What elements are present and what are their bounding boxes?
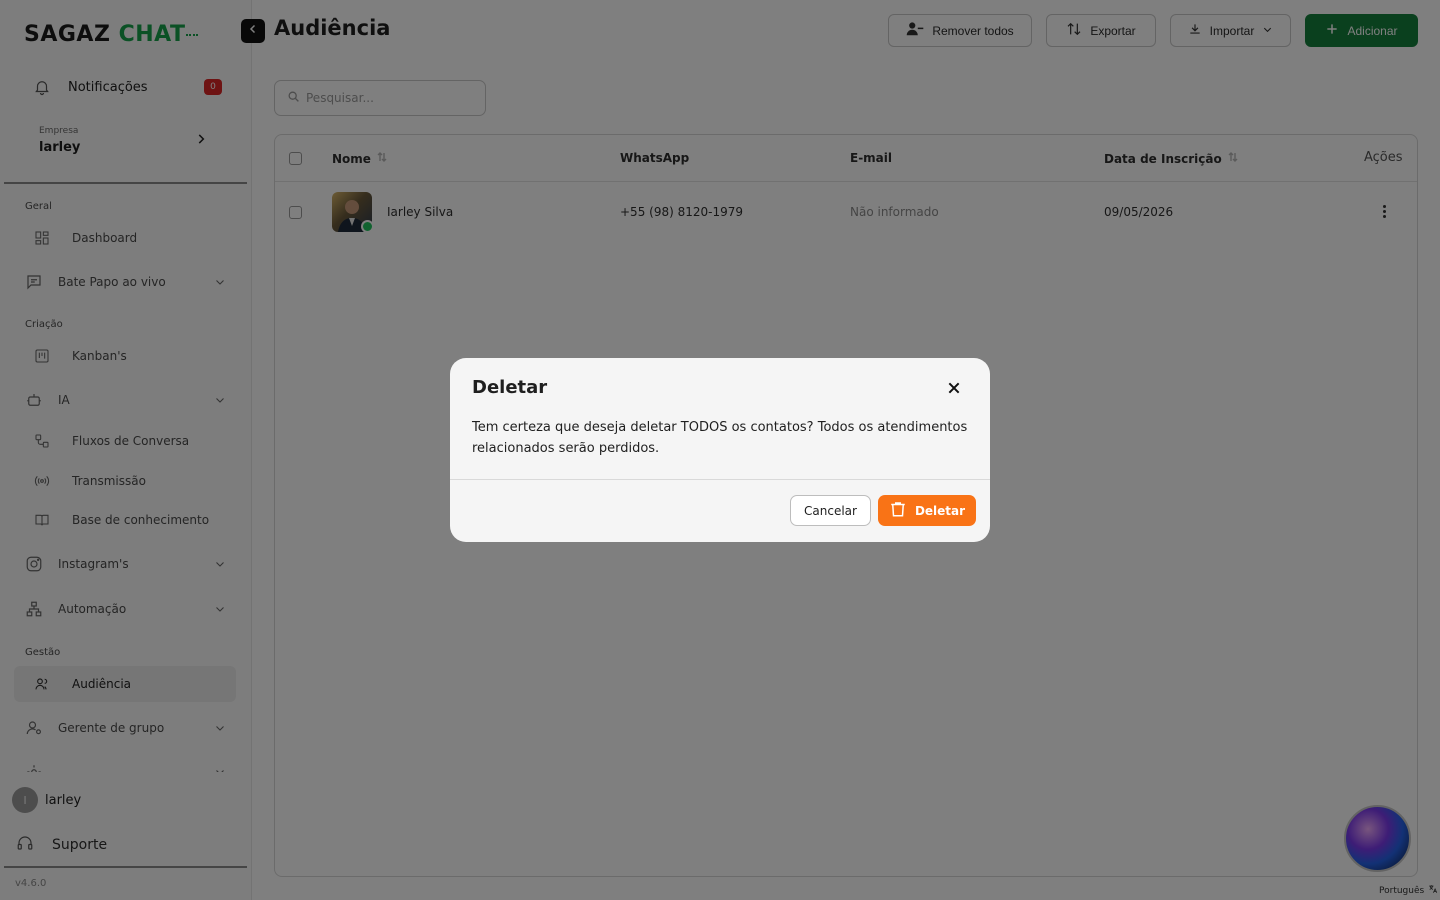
delete-confirmation-modal: Deletar Tem certeza que deseja deletar T… xyxy=(450,358,990,542)
confirm-delete-button[interactable]: Deletar xyxy=(878,495,976,526)
modal-divider xyxy=(450,479,990,480)
cancel-button[interactable]: Cancelar xyxy=(790,495,871,526)
trash-icon xyxy=(889,499,907,522)
confirm-delete-label: Deletar xyxy=(914,503,966,518)
close-icon[interactable] xyxy=(946,380,962,396)
modal-message: Tem certeza que deseja deletar TODOS os … xyxy=(472,420,968,456)
modal-title: Deletar xyxy=(472,377,548,398)
